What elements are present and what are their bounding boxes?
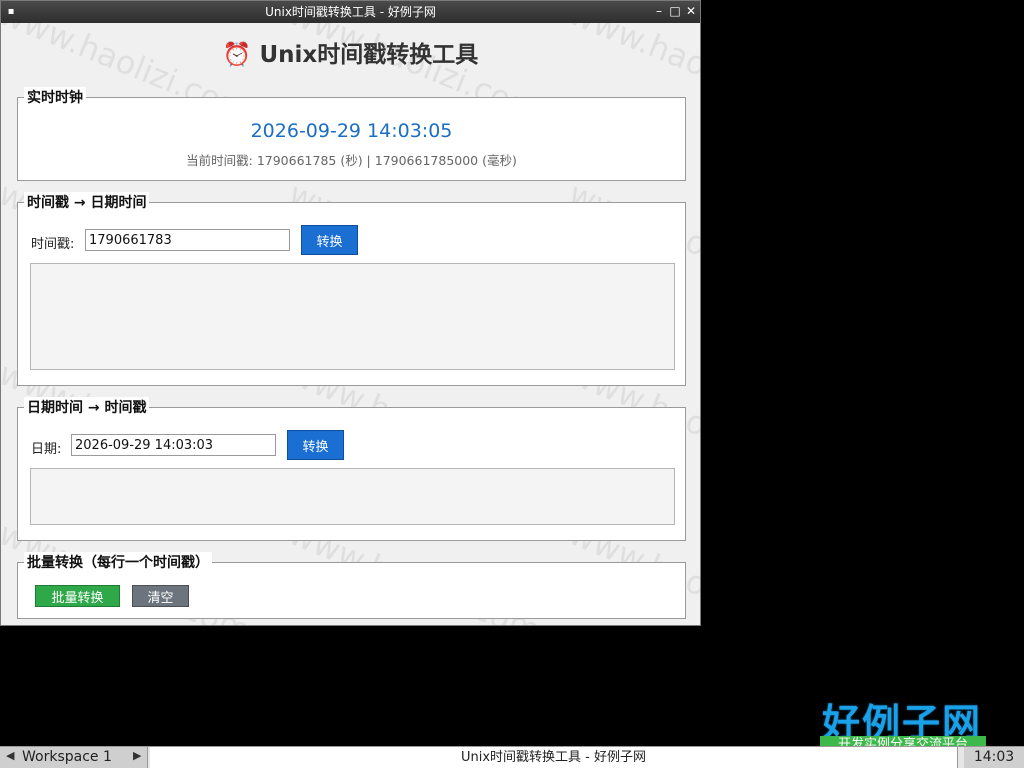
alarm-clock-icon: ⏰: [222, 42, 252, 68]
page-title: ⏰ Unix时间戳转换工具: [1, 35, 700, 69]
window-title: Unix时间戳转换工具 - 好例子网: [265, 5, 436, 19]
taskbar: ◀ Workspace 1 ▶ Unix时间戳转换工具 - 好例子网 14:03: [0, 746, 1024, 768]
next-workspace-icon[interactable]: ▶: [133, 749, 141, 762]
clock-group: 实时时钟 2026-09-29 14:03:05 当前时间戳: 17906617…: [17, 87, 686, 181]
workspace-label[interactable]: Workspace 1: [22, 749, 112, 765]
clock-group-label: 实时时钟: [24, 87, 86, 107]
live-datetime: 2026-09-29 14:03:05: [250, 120, 453, 142]
timestamp-to-date-group: 时间戳 → 日期时间 时间戳: 转换: [17, 192, 686, 386]
current-timestamp-text: 当前时间戳: 1790661785 (秒) | 1790661785000 (毫…: [186, 153, 517, 168]
date-input[interactable]: [71, 434, 276, 456]
prev-workspace-icon[interactable]: ◀: [6, 749, 14, 762]
batch-group: 批量转换（每行一个时间戳） 批量转换 清空: [17, 552, 686, 619]
maximize-icon[interactable]: □: [668, 4, 682, 18]
app-window: ▪ Unix时间戳转换工具 - 好例子网 – □ ✕ www.haolizi.c…: [0, 0, 701, 626]
batch-convert-button[interactable]: 批量转换: [35, 585, 120, 607]
close-icon[interactable]: ✕: [684, 4, 698, 18]
minimize-icon[interactable]: –: [652, 4, 666, 18]
date-result-output[interactable]: [30, 468, 675, 525]
timestamp-to-date-label: 时间戳 → 日期时间: [24, 192, 150, 212]
window-content: www.haolizi.com www.haolizi.com www.haol…: [1, 23, 700, 625]
date-to-timestamp-label: 日期时间 → 时间戳: [24, 397, 150, 417]
taskbar-clock: 14:03: [964, 747, 1024, 768]
timestamp-input[interactable]: [85, 229, 290, 251]
batch-group-label: 批量转换（每行一个时间戳）: [24, 552, 212, 572]
date-field-label: 日期:: [31, 442, 62, 457]
date-to-timestamp-group: 日期时间 → 时间戳 日期: 转换: [17, 397, 686, 541]
clear-button[interactable]: 清空: [132, 585, 189, 607]
taskbar-window-button[interactable]: Unix时间戳转换工具 - 好例子网: [150, 747, 958, 768]
page-title-text: Unix时间戳转换工具: [259, 42, 479, 68]
convert-date-button[interactable]: 转换: [287, 430, 344, 460]
timestamp-result-output[interactable]: [30, 263, 675, 370]
window-titlebar[interactable]: ▪ Unix时间戳转换工具 - 好例子网 – □ ✕: [1, 1, 700, 23]
workspace-switcher: ◀ Workspace 1 ▶: [0, 747, 148, 768]
convert-timestamp-button[interactable]: 转换: [301, 225, 358, 255]
timestamp-field-label: 时间戳:: [31, 237, 75, 252]
